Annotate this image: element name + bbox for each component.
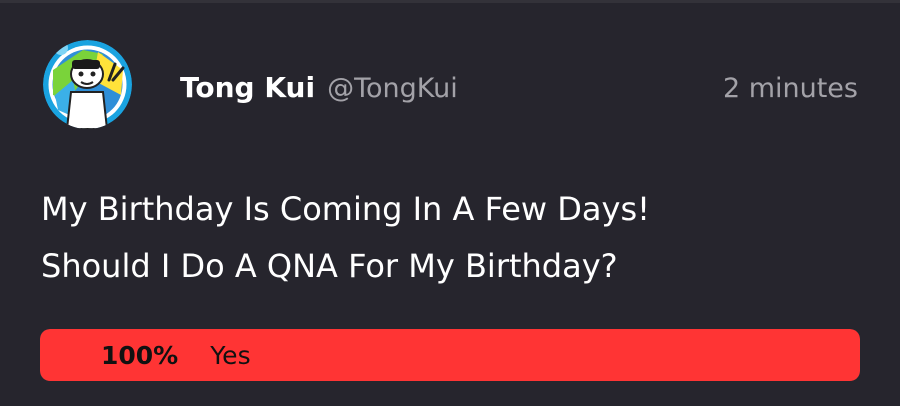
- cartoon-avatar-icon: [43, 40, 132, 129]
- post-text-line: Should I Do A QNA For My Birthday?: [41, 247, 618, 285]
- poll-option-label: Yes: [210, 340, 251, 370]
- author-handle[interactable]: @TongKui: [327, 73, 458, 104]
- post-text: My Birthday Is Coming In A Few Days! Sho…: [41, 181, 861, 295]
- post-header: Tong Kui @TongKui: [180, 71, 458, 111]
- poll-option-yes[interactable]: 100% Yes: [40, 329, 860, 381]
- author-display-name[interactable]: Tong Kui: [180, 71, 315, 104]
- post-text-line: My Birthday Is Coming In A Few Days!: [41, 190, 650, 228]
- poll-option-content: 100% Yes: [101, 329, 251, 381]
- post-timestamp: 2 minutes: [722, 73, 858, 104]
- poll-percent: 100%: [101, 340, 179, 370]
- author-avatar[interactable]: [43, 40, 132, 129]
- post-card: Tong Kui @TongKui 2 minutes My Birthday …: [0, 0, 900, 406]
